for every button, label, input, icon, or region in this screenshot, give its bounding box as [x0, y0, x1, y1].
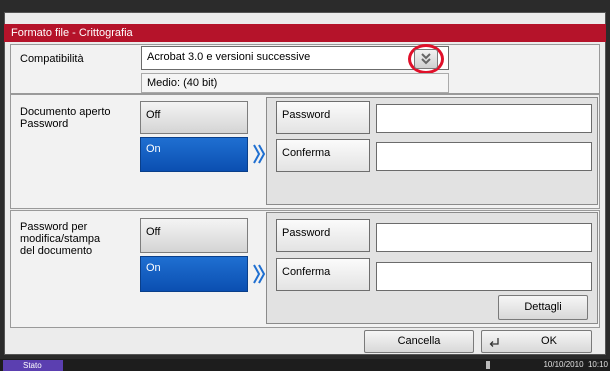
edit-confirm-button[interactable]: Conferma: [276, 258, 370, 291]
double-chevron-right-icon: [252, 262, 266, 286]
open-password-label: Documento aperto Password: [20, 106, 111, 130]
edit-password-input[interactable]: [376, 223, 592, 252]
network-icon: [486, 361, 490, 369]
double-chevron-right-icon: [252, 142, 266, 166]
dropdown-button[interactable]: [414, 49, 438, 69]
compatibility-select[interactable]: Acrobat 3.0 e versioni successive: [141, 46, 449, 70]
status-bar: [0, 359, 610, 371]
details-button[interactable]: Dettagli: [498, 295, 588, 320]
status-button[interactable]: Stato: [3, 360, 63, 371]
edit-password-off-button[interactable]: Off: [140, 218, 248, 253]
open-password-on-button[interactable]: On: [140, 137, 248, 172]
status-datetime: 10/10/2010 10:10: [543, 360, 608, 369]
ok-label: OK: [541, 335, 557, 347]
edit-password-on-button[interactable]: On: [140, 256, 248, 292]
ok-button[interactable]: OK: [481, 330, 592, 353]
open-password-input[interactable]: [376, 104, 592, 133]
open-password-off-button[interactable]: Off: [140, 101, 248, 134]
edit-confirm-input[interactable]: [376, 262, 592, 291]
edit-password-label: Password per modifica/stampa del documen…: [20, 221, 101, 257]
open-password-button[interactable]: Password: [276, 101, 370, 134]
encryption-level: Medio: (40 bit): [141, 73, 449, 93]
open-confirm-button[interactable]: Conferma: [276, 139, 370, 172]
chevron-down-icon: [420, 52, 432, 69]
compatibility-label: Compatibilità: [20, 53, 84, 65]
enter-key-icon: [488, 336, 500, 348]
cancel-button[interactable]: Cancella: [364, 330, 474, 353]
open-confirm-input[interactable]: [376, 142, 592, 171]
edit-password-button[interactable]: Password: [276, 219, 370, 252]
dialog-title: Formato file - Crittografia: [4, 24, 606, 42]
